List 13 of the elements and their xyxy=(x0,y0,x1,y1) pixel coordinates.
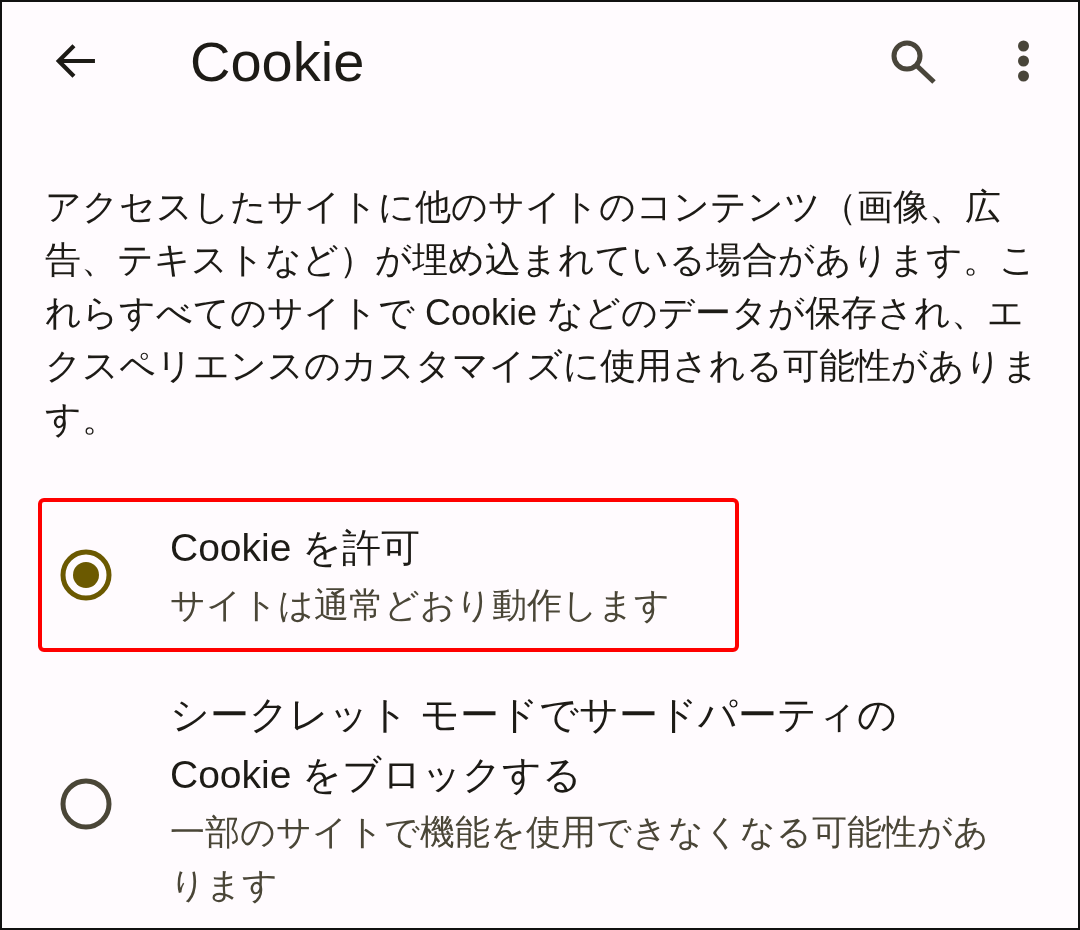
radio-icon[interactable] xyxy=(60,778,112,830)
option-title: Cookie を許可 xyxy=(170,525,422,571)
more-options-icon[interactable] xyxy=(1017,40,1030,82)
option-description: 一部のサイトで機能を使用できなくなる可能性があります xyxy=(170,811,990,906)
back-arrow-icon[interactable] xyxy=(54,43,96,79)
radio-option[interactable]: シークレット モードでサードパーティの Cookie をブロックする 一部のサイトで機能を使用できなくなる可能性があります xyxy=(38,665,1078,920)
option-title: シークレット モードでサードパーティの Cookie をブロックする xyxy=(170,692,898,798)
search-icon[interactable] xyxy=(889,38,937,84)
description-text: アクセスしたサイトに他のサイトのコンテンツ（画像、広告、テキストなど）が埋め込まれている場合があります。これらすべてのサイトで Cookie などのデータが保存され、エクスペリエンスのカスタマイズに使用される可能性があります。 xyxy=(45,185,1040,441)
option-description: サイトは通常どおり動作します xyxy=(170,584,670,626)
radio-icon[interactable] xyxy=(60,548,112,601)
radio-option[interactable]: Cookie を許可 サイトは通常どおり動作します xyxy=(38,498,739,652)
page-title: Cookie xyxy=(190,28,365,94)
